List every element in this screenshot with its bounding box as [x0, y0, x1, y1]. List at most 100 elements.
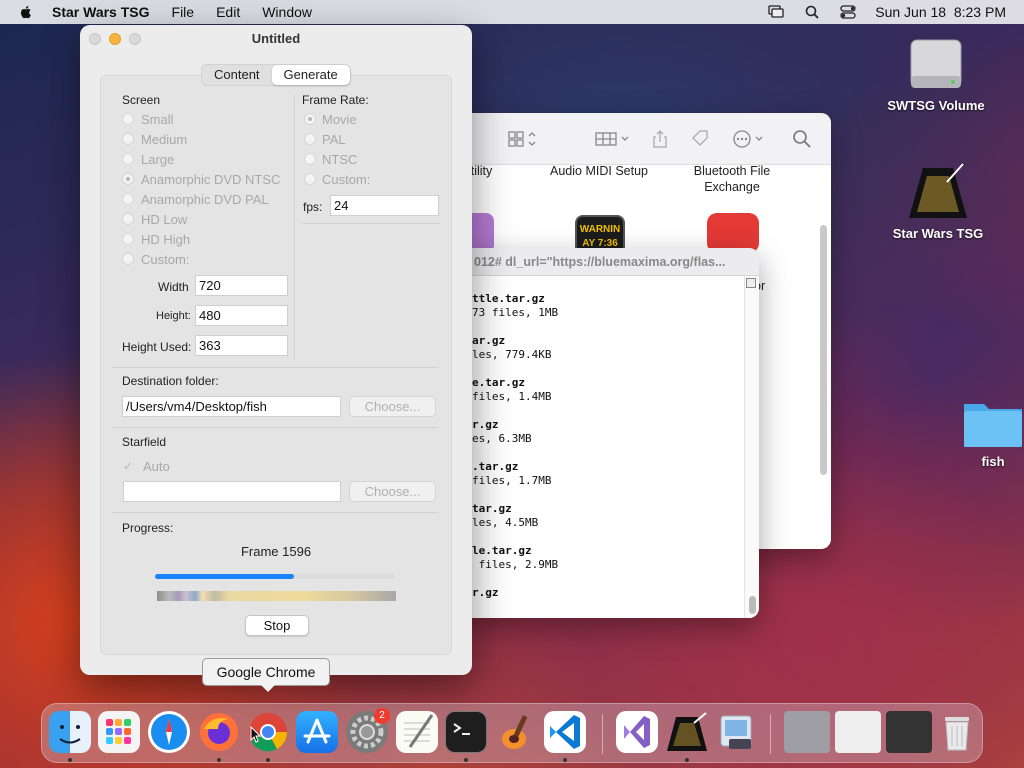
radio-label: Movie	[322, 112, 357, 127]
fps-field[interactable]: 24	[330, 195, 439, 216]
share-icon[interactable]	[650, 129, 672, 149]
output-file: r.gz	[472, 418, 499, 431]
menu-file[interactable]: File	[172, 4, 195, 20]
radio-screen-medium[interactable]	[122, 133, 134, 145]
finder-item-label[interactable]: Bluetooth File Exchange	[677, 163, 787, 195]
radio-screen-large[interactable]	[122, 153, 134, 165]
more-actions-icon[interactable]	[732, 129, 768, 149]
progress-fill	[155, 574, 295, 579]
frame-rate-divider	[302, 223, 440, 224]
progress-bar	[155, 574, 395, 579]
dock-star-wars-tsg-icon[interactable]	[666, 711, 708, 753]
tab-content[interactable]: Content	[202, 65, 272, 85]
dock-launchpad-icon[interactable]	[98, 711, 140, 753]
menu-clock[interactable]: Sun Jun 18 8:23 PM	[875, 4, 1006, 20]
desktop-icon-star-wars-tsg[interactable]: Star Wars TSG	[886, 160, 990, 241]
screen-mirroring-icon[interactable]	[767, 4, 785, 20]
radio-fps-pal[interactable]	[304, 133, 316, 145]
desktop-icon-label: fish	[981, 454, 1005, 469]
finder-item-label[interactable]: Audio MIDI Setup	[544, 163, 654, 179]
dock-recent-window-2[interactable]	[835, 711, 881, 753]
radio-label: Large	[141, 152, 175, 167]
zoom-button[interactable]	[129, 33, 141, 45]
fps-label: fps:	[303, 200, 323, 214]
apple-menu-icon[interactable]	[18, 4, 34, 20]
minimize-button[interactable]	[109, 33, 121, 45]
group-icon[interactable]	[594, 129, 634, 149]
terminal-scroll-thumb[interactable]	[749, 596, 756, 614]
auto-checkbox[interactable]: ✓	[123, 460, 135, 472]
dock-trash-icon[interactable]	[936, 711, 978, 753]
height-field[interactable]: 480	[195, 305, 288, 326]
dock-terminal-icon[interactable]	[445, 711, 487, 753]
dock-visual-studio-icon[interactable]	[616, 711, 658, 753]
search-icon[interactable]	[792, 129, 814, 149]
dock-recent-window-1[interactable]	[784, 711, 830, 753]
finder-scrollbar[interactable]	[820, 225, 827, 475]
output-file: tar.gz	[472, 502, 512, 515]
radio-screen-anamorphic-ntsc[interactable]	[122, 173, 134, 185]
dock-safari-icon[interactable]	[148, 711, 190, 753]
menu-window[interactable]: Window	[262, 4, 312, 20]
radio-screen-small[interactable]	[122, 113, 134, 125]
dock-preview-icon[interactable]	[715, 711, 757, 753]
desktop-icon-fish[interactable]: fish	[962, 396, 1024, 469]
width-field[interactable]: 720	[195, 275, 288, 296]
radio-label: NTSC	[322, 152, 358, 167]
output-entry: r.gz	[472, 586, 759, 600]
dock-vscode-icon[interactable]	[544, 711, 586, 753]
width-label: Width	[158, 280, 189, 294]
dock-garageband-icon[interactable]	[494, 711, 536, 753]
radio-screen-hd-low[interactable]	[122, 213, 134, 225]
digital-color-meter-icon[interactable]	[707, 213, 759, 253]
output-info: les, 779.4KB	[472, 348, 552, 361]
view-icons-icon[interactable]	[508, 129, 536, 149]
output-file: r.gz	[472, 586, 499, 599]
dock-firefox-icon[interactable]	[198, 711, 240, 753]
desktop-icon-swtsg-volume[interactable]: SWTSG Volume	[884, 36, 988, 113]
radio-screen-anamorphic-pal[interactable]	[122, 193, 134, 205]
dock-finder-icon[interactable]	[49, 711, 91, 753]
menu-edit[interactable]: Edit	[216, 4, 240, 20]
dock-app-store-icon[interactable]	[296, 711, 338, 753]
terminal-scrollbar[interactable]	[744, 276, 759, 618]
dock-separator	[770, 714, 771, 754]
section-divider	[112, 367, 438, 368]
close-button[interactable]	[89, 33, 101, 45]
terminal-window[interactable]: 012# dl_url="https://bluemaxima.org/flas…	[462, 248, 759, 618]
output-entry: e.tar.gz files, 1.4MB	[472, 376, 759, 404]
window-titlebar[interactable]: Untitled	[80, 25, 472, 53]
terminal-split-icon[interactable]	[746, 278, 756, 288]
radio-fps-custom[interactable]	[304, 173, 316, 185]
dock-textedit-icon[interactable]	[396, 711, 438, 753]
output-entry: ttle.tar.gz 73 files, 1MB	[472, 292, 759, 320]
height-used-field[interactable]: 363	[195, 335, 288, 356]
destination-choose-button[interactable]: Choose...	[349, 396, 436, 417]
finder-item-label[interactable]: Utility	[462, 163, 532, 179]
radio-fps-movie[interactable]	[304, 113, 316, 125]
tab-generate[interactable]: Generate	[271, 65, 350, 85]
radio-screen-hd-high[interactable]	[122, 233, 134, 245]
output-info: files, 1.4MB	[472, 390, 552, 403]
mouse-pointer-icon	[250, 725, 262, 744]
menu-app-name[interactable]: Star Wars TSG	[52, 4, 150, 20]
starfield-choose-button[interactable]: Choose...	[349, 481, 436, 502]
destination-field[interactable]: /Users/vm4/Desktop/fish	[122, 396, 341, 417]
output-info: es, 6.3MB	[472, 432, 532, 445]
tag-icon[interactable]	[690, 129, 712, 149]
spotlight-search-icon[interactable]	[803, 4, 821, 20]
radio-fps-ntsc[interactable]	[304, 153, 316, 165]
starfield-field[interactable]	[123, 481, 341, 502]
height-used-label: Height Used:	[122, 340, 192, 354]
dock-separator	[602, 714, 603, 754]
desktop-icon-label: Star Wars TSG	[892, 226, 984, 241]
output-entry: tar.gz les, 4.5MB	[472, 502, 759, 530]
running-indicator	[266, 758, 270, 762]
control-center-icon[interactable]	[839, 4, 857, 20]
app-window[interactable]: Untitled Content Generate Screen Small M…	[80, 25, 472, 675]
running-indicator	[217, 758, 221, 762]
radio-screen-custom[interactable]	[122, 253, 134, 265]
stop-button[interactable]: Stop	[245, 615, 309, 636]
dock-recent-window-3[interactable]	[886, 711, 932, 753]
output-info: files, 1.7MB	[472, 474, 552, 487]
